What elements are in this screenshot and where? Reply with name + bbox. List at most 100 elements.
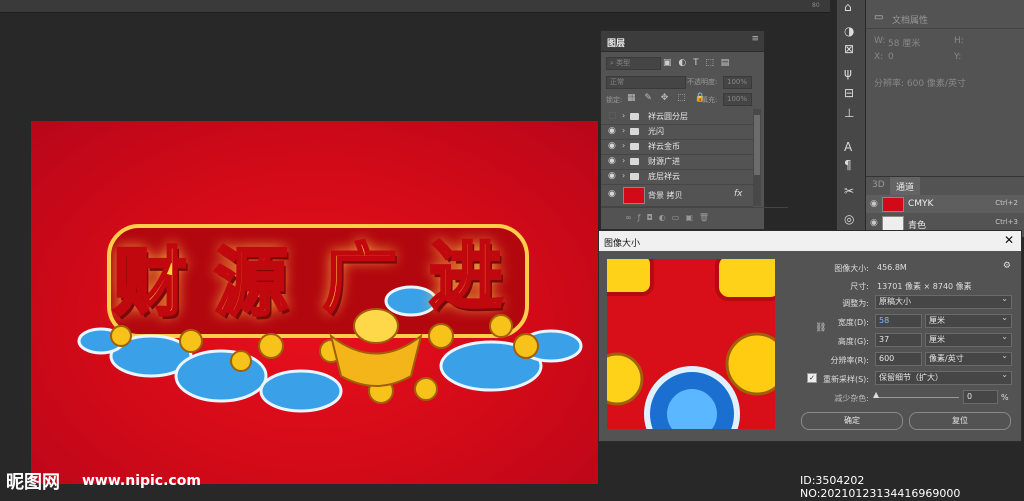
horizontal-ruler: 80 [0, 0, 830, 13]
resolution-input[interactable]: 600 [875, 352, 922, 366]
image-size-dialog: 图像大小 ✕ 图像大小: 456.8M ⚙ 尺寸: 13701 像素 × 874… [598, 230, 1022, 442]
watermark-logo: 昵图网 [6, 472, 60, 493]
tab-channels[interactable]: 通道 [890, 177, 921, 196]
document-canvas[interactable]: 财 源 广 进 [31, 121, 598, 484]
opacity-input[interactable]: 100% [723, 76, 752, 89]
layer-row[interactable]: ◉ 背景 拷贝 fx [601, 184, 753, 207]
ok-button[interactable]: 确定 [801, 412, 903, 430]
fit-to-select[interactable]: 原稿大小 [875, 293, 1012, 309]
layer-filter-label: 类型 [616, 59, 631, 67]
resolution-label: 分辨率(R): [830, 356, 870, 365]
height-unit-select[interactable]: 厘米 [925, 331, 1012, 347]
gear-icon[interactable]: ⚙ [1003, 261, 1011, 271]
layer-row[interactable]: ◉ › 祥云金币 [601, 139, 753, 155]
resample-label: 重新采样(S): [822, 375, 869, 384]
filter-icons[interactable]: ▣ ◐ T ⬚ ▤ [663, 58, 731, 68]
layer-name: 财源广进 [648, 157, 680, 166]
tab-3d[interactable]: 3D [872, 180, 885, 190]
folder-icon [630, 128, 639, 135]
width-label: 宽度(D): [837, 318, 869, 327]
layers-panel: 图层 ≡ ⌕ 类型 ▣ ◐ T ⬚ ▤ 正常 不透明度: 100% 锁定: ▦ … [600, 30, 788, 230]
adjustments-icon[interactable]: ◑ [844, 24, 854, 38]
title-char-3: 广 [322, 235, 399, 324]
tools-icon[interactable]: ✂ [844, 184, 854, 198]
chevron-right-icon[interactable]: › [622, 111, 625, 120]
fx-icon[interactable]: fx [734, 189, 743, 199]
character-icon[interactable]: A [844, 140, 852, 154]
panel-menu-icon[interactable]: ≡ [751, 34, 759, 44]
preview-image[interactable] [607, 259, 775, 429]
chevron-right-icon[interactable]: › [622, 141, 625, 150]
preview-artwork [607, 259, 775, 429]
eye-icon[interactable]: ◉ [608, 171, 616, 181]
channel-thumbnail [882, 197, 904, 212]
layers-footer-icons[interactable]: ∞ƒ◘◐▭▣🗑 [601, 207, 788, 228]
title-char-2: 源 [213, 239, 290, 328]
properties-title: 文档属性 [892, 16, 929, 26]
noise-label: 减少杂色: [834, 394, 869, 403]
swatch-icon[interactable]: ⊠ [844, 42, 854, 56]
tab-layers[interactable]: 图层 [607, 36, 625, 49]
close-icon[interactable]: ✕ [1004, 233, 1014, 247]
chevron-right-icon[interactable]: › [622, 171, 625, 180]
eye-icon[interactable]: ◉ [608, 141, 616, 151]
resample-select[interactable]: 保留细节（扩大） [875, 369, 1012, 385]
search-icon: ⌕ [610, 59, 614, 67]
lock-icons[interactable]: ▦ ✎ ✥ ⬚ 🔒 [627, 93, 709, 103]
chevron-right-icon[interactable]: › [622, 126, 625, 135]
properties-panel: ▭ 文档属性 W: 58 厘米 H: X: 0 Y: 分辨率: 600 像素/英… [866, 0, 1024, 176]
layer-name: 祥云圆分层 [648, 112, 688, 121]
layers-comp-icon[interactable]: ◎ [844, 212, 854, 226]
layer-filter-select[interactable]: ⌕ 类型 [606, 57, 661, 70]
channel-row[interactable]: ◉ CMYK Ctrl+2 [866, 195, 1024, 213]
layer-row[interactable]: ◉ › 财源广进 [601, 154, 753, 170]
visibility-off-icon[interactable]: ▢ [608, 111, 617, 121]
eye-icon[interactable]: ◉ [870, 218, 878, 228]
h-label: H: [954, 36, 964, 46]
dimensions-value: 13701 像素 × 8740 像素 [877, 282, 972, 291]
history-icon[interactable]: ⌂ [844, 0, 852, 14]
brush-icon[interactable]: ψ [844, 66, 852, 80]
dialog-title: 图像大小 [604, 239, 641, 249]
eye-icon[interactable]: ◉ [608, 189, 616, 199]
width-input[interactable]: 58 [875, 314, 922, 328]
ruler-tick: 80 [812, 2, 820, 9]
channels-panel: 3D 通道 ◉ CMYK Ctrl+2 ◉ 青色 Ctrl+3 [866, 176, 1024, 237]
eye-icon[interactable]: ◉ [608, 156, 616, 166]
folder-icon [630, 143, 639, 150]
w-label: W: [874, 36, 886, 46]
layer-row[interactable]: ▢ › 祥云圆分层 [601, 109, 753, 125]
folder-icon [630, 113, 639, 120]
channel-name: CMYK [908, 199, 934, 209]
paragraph-icon[interactable]: ¶ [844, 158, 852, 172]
layers-scrollbar[interactable] [753, 109, 761, 206]
channel-shortcut: Ctrl+2 [995, 199, 1018, 207]
width-unit-select[interactable]: 厘米 [925, 312, 1012, 328]
blend-mode-select[interactable]: 正常 [606, 76, 686, 89]
title-char-4: 进 [428, 233, 505, 322]
channel-shortcut: Ctrl+3 [995, 218, 1018, 226]
fill-label: 填充: [701, 96, 718, 104]
chevron-right-icon[interactable]: › [622, 156, 625, 165]
resolution-unit-select[interactable]: 像素/英寸 [925, 350, 1012, 366]
layer-thumbnail [623, 187, 645, 204]
panel-icons-strip: ⌂ ◑ ⊠ ψ ⊟ ⊥ A ¶ ✂ ◎ [836, 0, 865, 240]
layer-name: 祥云金币 [648, 142, 680, 151]
fill-input[interactable]: 100% [723, 93, 752, 106]
reset-button[interactable]: 复位 [909, 412, 1011, 430]
dimensions-label: 尺寸: [850, 282, 869, 291]
resolution-readout: 分辨率: 600 像素/英寸 [874, 79, 966, 89]
w-value: 58 厘米 [888, 39, 921, 49]
clone-source-icon[interactable]: ⊥ [844, 106, 854, 120]
dialog-titlebar[interactable]: 图像大小 ✕ [599, 231, 1021, 251]
eye-icon[interactable]: ◉ [608, 126, 616, 136]
layer-row[interactable]: ◉ › 底层祥云 [601, 169, 753, 185]
height-input[interactable]: 37 [875, 333, 922, 347]
noise-slider-handle[interactable]: ▲ [873, 390, 879, 399]
tool-presets-icon[interactable]: ⊟ [844, 86, 854, 100]
eye-icon[interactable]: ◉ [870, 199, 878, 209]
lock-label: 锁定: [606, 96, 623, 104]
layer-row[interactable]: ◉ › 光闪 [601, 124, 753, 140]
noise-input[interactable]: 0 [963, 390, 998, 404]
noise-slider[interactable] [875, 397, 959, 398]
